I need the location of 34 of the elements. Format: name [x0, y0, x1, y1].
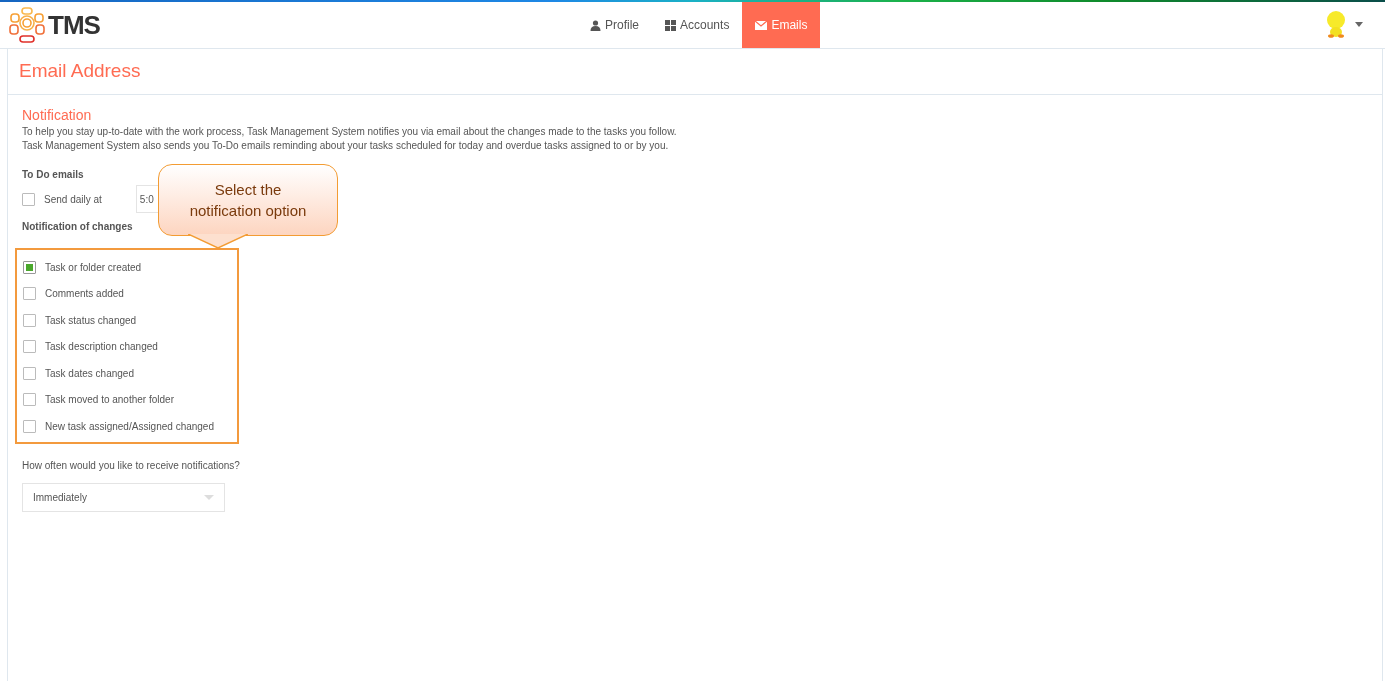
checkbox[interactable]: [23, 340, 36, 354]
checkbox[interactable]: [23, 260, 36, 274]
question-text: How often would you like to receive notifications?: [22, 459, 241, 471]
checkbox[interactable]: [23, 287, 36, 301]
callout-tooltip: Select the notification option: [158, 164, 338, 236]
checkbox-label: Task description changed: [45, 341, 158, 353]
checkbox[interactable]: [23, 419, 36, 433]
section-title: Notification: [22, 107, 93, 123]
checkbox[interactable]: [23, 393, 36, 407]
checkbox-label: New task assigned/Assigned changed: [45, 420, 214, 432]
nav-tab[interactable]: Accounts: [652, 2, 743, 48]
checkbox[interactable]: [23, 313, 36, 327]
caret-icon: [204, 494, 214, 500]
nav-tab[interactable]: Profile: [577, 2, 652, 48]
checkbox-label: Task moved to another folder: [45, 394, 174, 406]
caret-icon[interactable]: [1355, 21, 1363, 27]
checkbox[interactable]: [23, 366, 36, 380]
section-heading: To Do emails: [22, 169, 85, 180]
mail-icon: [755, 20, 768, 30]
logo-text: TMS: [48, 9, 100, 41]
frequency-dropdown[interactable]: Immediately: [22, 482, 225, 512]
page-title: Email Address: [8, 49, 1382, 95]
description-text: Task Management System also sends you To-Do emails reminding about your tasks scheduled for today and overdue tasks assigned to or by you.: [22, 139, 670, 153]
checkbox-label: Comments added: [45, 288, 124, 300]
grid-icon: [665, 19, 676, 31]
checkbox-label: Task status changed: [45, 314, 137, 326]
checkbox-label: Task dates changed: [45, 367, 134, 379]
checkbox-label: Send daily at: [44, 193, 102, 205]
section-heading: Notification of changes: [22, 221, 134, 232]
checkbox[interactable]: [22, 192, 35, 206]
person-icon: [590, 19, 601, 31]
logo-icon: [8, 6, 46, 44]
checkbox-label: Task or folder created: [45, 261, 142, 273]
description-text: To help you stay up-to-date with the work process, Task Management System notifies you via email about the changes made to the tasks you follow.: [22, 125, 678, 139]
